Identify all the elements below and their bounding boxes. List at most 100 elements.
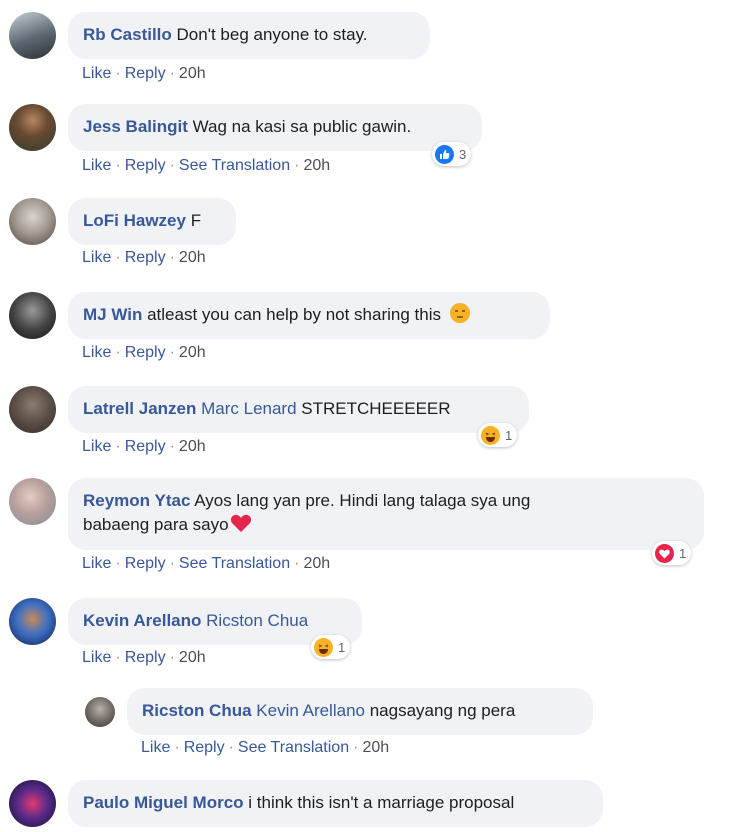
mention-link[interactable]: Ricston Chua: [206, 611, 308, 630]
separator: ·: [115, 249, 121, 266]
comment-text: F: [190, 211, 202, 230]
haha-icon: [481, 425, 500, 445]
red-heart-emoji: [230, 513, 252, 540]
separator: ·: [353, 739, 359, 756]
comment-author[interactable]: Ricston Chua: [142, 701, 252, 720]
timestamp[interactable]: 20h: [179, 249, 206, 266]
see-translation-link[interactable]: See Translation: [238, 739, 349, 756]
reply-link[interactable]: Reply: [125, 65, 166, 82]
timestamp[interactable]: 20h: [303, 157, 330, 174]
comment-author[interactable]: Reymon Ytac: [83, 491, 190, 510]
reply-link[interactable]: Reply: [125, 649, 166, 666]
like-link[interactable]: Like: [82, 157, 111, 174]
reaction-badge[interactable]: 3: [432, 142, 472, 166]
separator: ·: [115, 65, 121, 82]
reaction-count: 1: [679, 545, 687, 561]
comment-text: i think this isn't a marriage proposal: [248, 793, 515, 812]
reaction-count: 3: [459, 146, 467, 162]
reaction-badge[interactable]: 1: [311, 635, 351, 659]
comment-actions: Like · Reply · See Translation · 20h: [82, 157, 330, 175]
comment-text: Don't beg anyone to stay.: [176, 25, 368, 44]
separator: ·: [174, 739, 180, 756]
comment-bubble: LoFi Hawzey F: [68, 198, 236, 245]
separator: ·: [169, 555, 175, 572]
comment-bubble: Latrell Janzen Marc Lenard STRETCHEEEEER: [68, 386, 529, 433]
like-link[interactable]: Like: [141, 739, 170, 756]
avatar[interactable]: [9, 198, 56, 245]
comment-bubble: MJ Win atleast you can help by not shari…: [68, 292, 550, 339]
separator: ·: [169, 65, 175, 82]
comment-actions: Like · Reply · 20h: [82, 649, 206, 667]
separator: ·: [169, 344, 175, 361]
like-icon: [435, 144, 454, 164]
love-icon: [655, 543, 674, 563]
timestamp[interactable]: 20h: [362, 739, 389, 756]
avatar[interactable]: [9, 292, 56, 339]
comment-text: atleast you can help by not sharing this: [147, 305, 441, 324]
comment-bubble: Reymon Ytac Ayos lang yan pre. Hindi lan…: [68, 478, 704, 550]
like-link[interactable]: Like: [82, 344, 111, 361]
comment-text: nagsayang ng pera: [369, 701, 516, 720]
avatar[interactable]: [9, 12, 56, 59]
separator: ·: [228, 739, 234, 756]
separator: ·: [169, 438, 175, 455]
avatar[interactable]: [9, 386, 56, 433]
see-translation-link[interactable]: See Translation: [179, 157, 290, 174]
timestamp[interactable]: 20h: [179, 649, 206, 666]
unamused-face-emoji: [449, 303, 470, 323]
comment-actions: Like · Reply · See Translation · 20h: [82, 555, 330, 573]
comment-author[interactable]: Jess Balingit: [83, 117, 188, 136]
separator: ·: [115, 344, 121, 361]
like-link[interactable]: Like: [82, 649, 111, 666]
comment-actions: Like · Reply · 20h: [82, 438, 206, 456]
avatar[interactable]: [85, 697, 115, 727]
avatar[interactable]: [9, 104, 56, 151]
avatar[interactable]: [9, 780, 56, 827]
like-link[interactable]: Like: [82, 555, 111, 572]
reaction-badge[interactable]: 1: [652, 541, 692, 565]
comment-text: STRETCHEEEEER: [301, 399, 451, 418]
separator: ·: [169, 157, 175, 174]
comment-text: Ayos lang yan pre. Hindi lang talaga sya…: [194, 491, 531, 510]
comment-author[interactable]: Rb Castillo: [83, 25, 172, 44]
timestamp[interactable]: 20h: [303, 555, 330, 572]
timestamp[interactable]: 20h: [179, 438, 206, 455]
separator: ·: [115, 649, 121, 666]
comment-bubble: Rb Castillo Don't beg anyone to stay.: [68, 12, 430, 59]
reply-link[interactable]: Reply: [125, 344, 166, 361]
like-link[interactable]: Like: [82, 438, 111, 455]
comment-author[interactable]: Latrell Janzen: [83, 399, 196, 418]
comment-bubble: Jess Balingit Wag na kasi sa public gawi…: [68, 104, 482, 151]
comment-author[interactable]: Kevin Arellano: [83, 611, 201, 630]
comment-actions: Like · Reply · 20h: [82, 65, 206, 83]
reaction-count: 1: [338, 639, 346, 655]
comment-author[interactable]: Paulo Miguel Morco: [83, 793, 244, 812]
reply-link[interactable]: Reply: [125, 555, 166, 572]
timestamp[interactable]: 20h: [179, 344, 206, 361]
comment-actions: Like · Reply · 20h: [82, 249, 206, 267]
separator: ·: [169, 649, 175, 666]
comment-author[interactable]: MJ Win: [83, 305, 142, 324]
comment-author[interactable]: LoFi Hawzey: [83, 211, 186, 230]
see-translation-link[interactable]: See Translation: [179, 555, 290, 572]
separator: ·: [115, 438, 121, 455]
haha-icon: [314, 637, 333, 657]
comment-actions: Like · Reply · See Translation · 20h: [141, 739, 389, 757]
mention-link[interactable]: Kevin Arellano: [256, 701, 365, 720]
like-link[interactable]: Like: [82, 65, 111, 82]
avatar[interactable]: [9, 478, 56, 525]
mention-link[interactable]: Marc Lenard: [201, 399, 296, 418]
comment-actions: Like · Reply · 20h: [82, 344, 206, 362]
comment-text: Wag na kasi sa public gawin.: [192, 117, 412, 136]
avatar[interactable]: [9, 598, 56, 645]
like-link[interactable]: Like: [82, 249, 111, 266]
timestamp[interactable]: 20h: [179, 65, 206, 82]
reply-link[interactable]: Reply: [125, 438, 166, 455]
reply-link[interactable]: Reply: [184, 739, 225, 756]
reaction-badge[interactable]: 1: [478, 423, 518, 447]
separator: ·: [169, 249, 175, 266]
reply-link[interactable]: Reply: [125, 249, 166, 266]
reply-link[interactable]: Reply: [125, 157, 166, 174]
separator: ·: [294, 157, 300, 174]
comment-bubble: Paulo Miguel Morco i think this isn't a …: [68, 780, 603, 827]
